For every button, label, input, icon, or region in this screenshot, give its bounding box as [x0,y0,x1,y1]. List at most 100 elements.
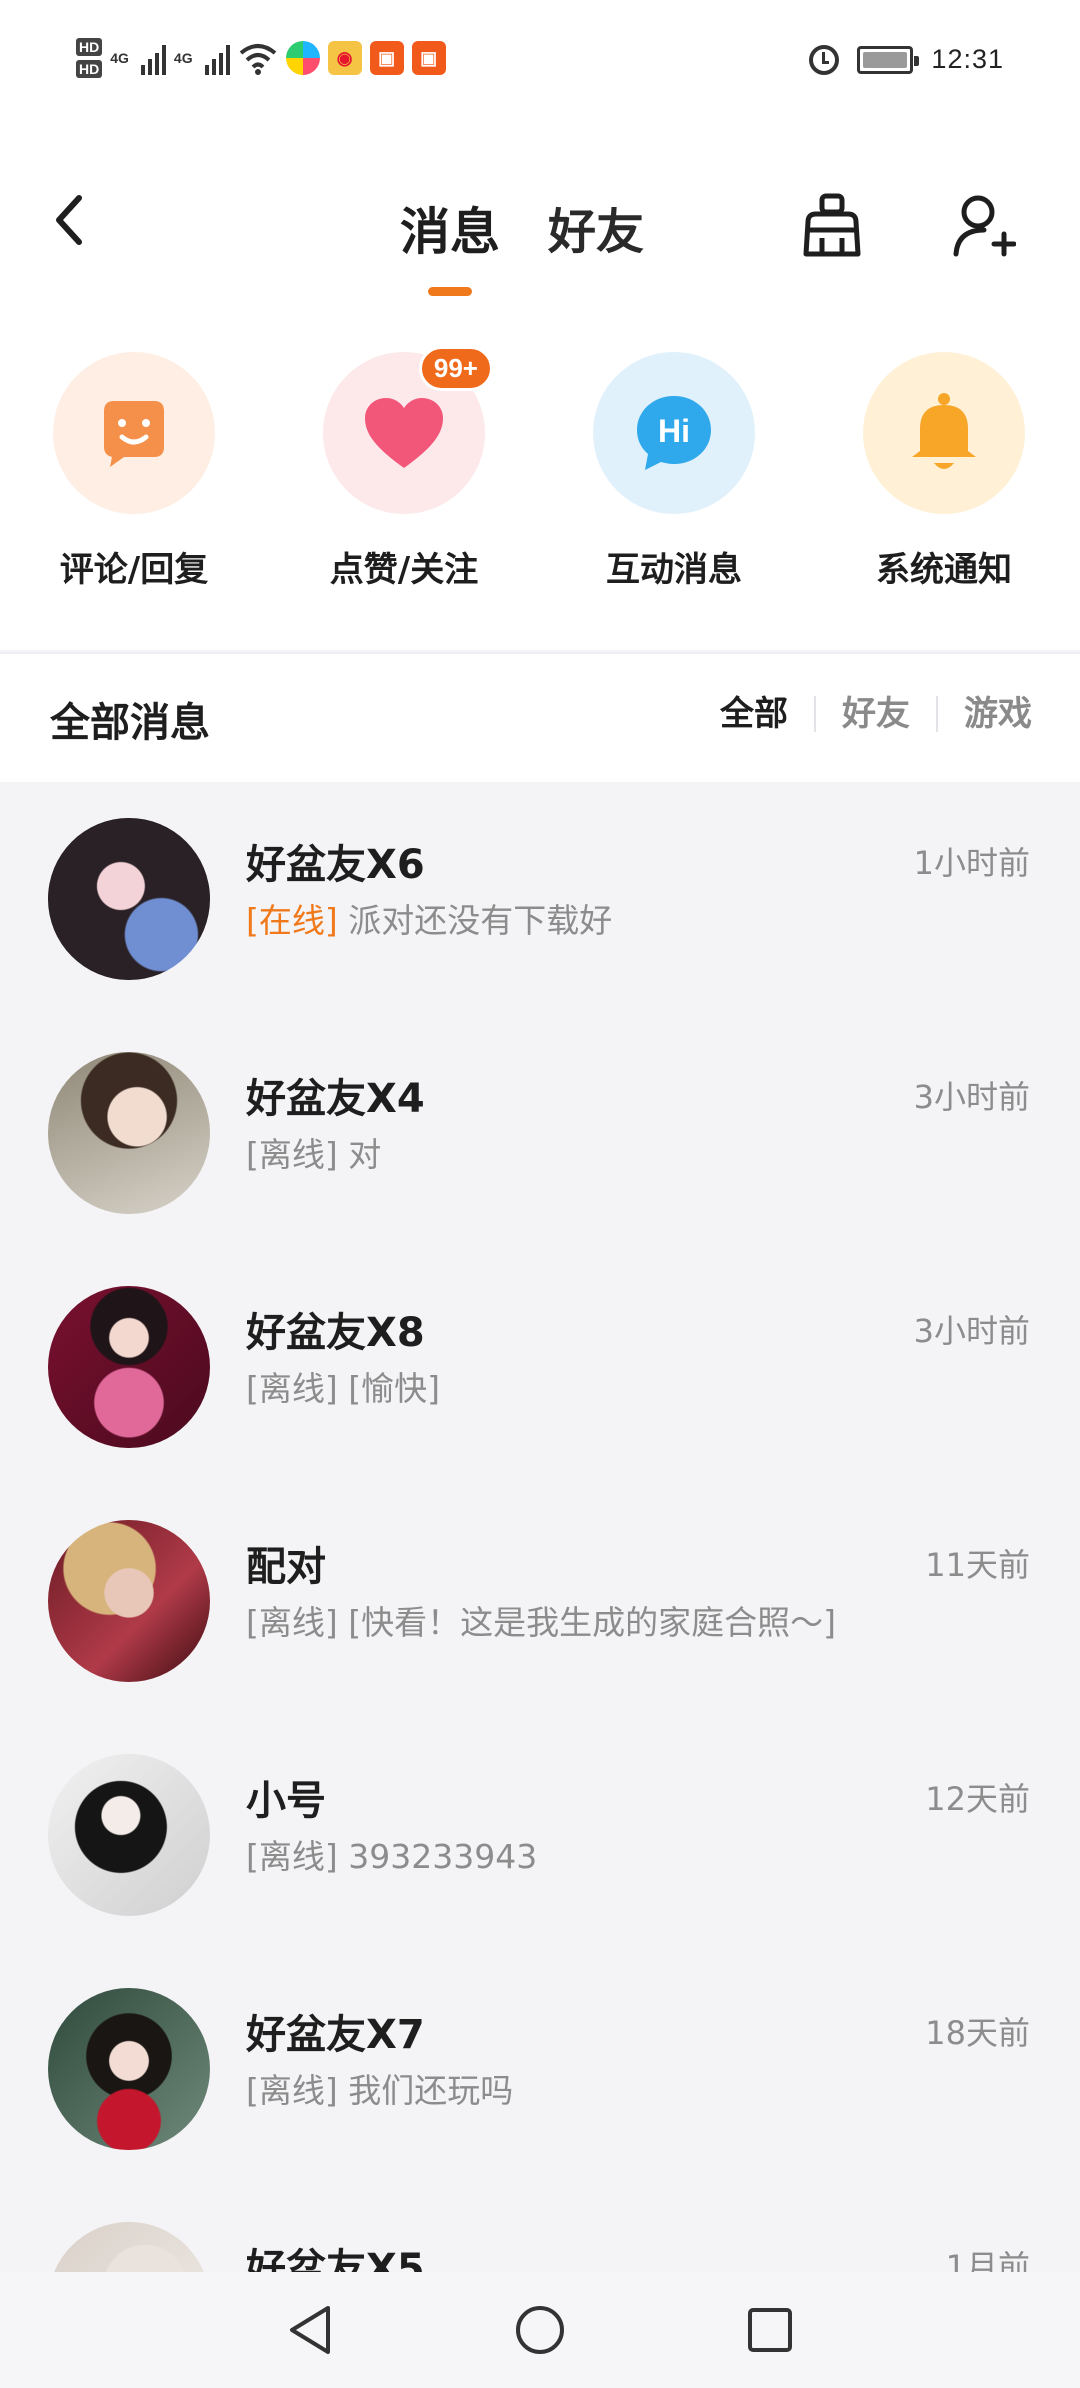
preview-text: 对 [348,1135,382,1174]
message-time: 11天前 [925,1546,1030,1584]
hd-indicators: HD HD [76,38,103,78]
avatar[interactable] [48,1052,210,1214]
svg-text:Hi: Hi [658,413,690,449]
status-bar: HD HD 4G 4G ◉ ▣ ▣ 12:31 [0,0,1080,120]
battery-icon [857,45,920,74]
clear-messages-button[interactable] [792,186,872,266]
hd-badge-1: HD [76,38,103,56]
message-list: 好盆友X6 [在线] 派对还没有下载好 1小时前 好盆友X4 [离线] 对 3小… [0,782,1080,2388]
contact-name: 好盆友X4 [246,1076,425,1122]
alarm-icon [809,44,840,75]
comment-smile-icon [104,401,164,467]
status-right: 12:31 [809,44,1004,75]
interaction-messages-entry[interactable]: Hi 互动消息 [564,352,784,591]
nav-home-button[interactable] [510,2300,570,2360]
message-time: 3小时前 [913,1312,1030,1350]
hd-badge-2: HD [76,60,103,78]
add-user-icon [953,195,1016,257]
message-time: 12天前 [925,1780,1030,1818]
chevron-left-icon [56,195,82,245]
avatar[interactable] [48,1286,210,1448]
contact-name: 配对 [246,1544,326,1590]
system-notifications-entry[interactable]: 系统通知 [834,352,1054,591]
offline-status: [离线] [246,1369,338,1408]
section-title: 全部消息 [50,700,210,746]
wifi-icon [239,44,276,75]
list-item[interactable]: 小号 [离线] 393233943 12天前 [0,1718,1080,1952]
comments-replies-entry[interactable]: 评论/回复 [24,352,244,591]
offline-status: [离线] [246,1837,338,1876]
nav-recents-button[interactable] [740,2300,800,2360]
circle-home-icon [516,2306,564,2354]
offline-status: [离线] [246,1135,338,1174]
list-item[interactable]: 好盆友X7 [离线] 我们还玩吗 18天前 [0,1952,1080,2186]
contact-name: 好盆友X7 [246,2012,425,2058]
signal-icon [140,41,166,75]
network-type-2: 4G [173,50,193,66]
add-friend-button[interactable] [944,186,1024,266]
contact-name: 好盆友X8 [246,1310,425,1356]
active-tab-indicator [428,287,472,296]
system-nav-bar [0,2272,1080,2388]
app-notification-icon: ▣ [369,41,404,75]
bell-icon-circle [863,352,1025,514]
likes-follows-entry[interactable]: 99+ 点赞/关注 [294,346,514,591]
message-preview: [离线] [快看！这是我生成的家庭合照～] [246,1596,836,1644]
interaction-messages-label: 互动消息 [606,550,742,590]
message-preview: [离线] 对 [246,1128,381,1176]
hi-icon-circle: Hi [593,352,755,514]
nav-back-button[interactable] [280,2300,340,2360]
square-recents-icon [748,2308,792,2352]
app-notification-icon [285,41,320,75]
avatar[interactable] [48,1754,210,1916]
preview-text: [快看！这是我生成的家庭合照～] [348,1603,836,1642]
list-item[interactable]: 好盆友X8 [离线] [愉快] 3小时前 [0,1250,1080,1484]
bell-icon [912,393,976,469]
message-preview: [离线] [愉快] [246,1362,440,1410]
offline-status: [离线] [246,1603,338,1642]
broom-icon [803,193,861,257]
message-preview: [离线] 我们还玩吗 [246,2064,513,2112]
message-preview: [在线] 派对还没有下载好 [246,894,612,942]
filter-all[interactable]: 全部 [694,696,814,732]
avatar[interactable] [48,818,210,980]
message-time: 18天前 [925,2014,1030,2052]
message-time: 3小时前 [913,1078,1030,1116]
all-messages-header: 全部消息 全部 好友 游戏 [0,652,1080,782]
heart-icon-circle: 99+ [323,346,493,514]
online-status: [在线] [246,901,338,940]
list-item[interactable]: 好盆友X6 [在线] 派对还没有下载好 1小时前 [0,782,1080,1016]
message-filters: 全部 好友 游戏 [694,696,1032,732]
unread-badge: 99+ [418,346,493,391]
tab-friends[interactable]: 好友 [548,190,644,274]
filter-friends[interactable]: 好友 [814,696,936,732]
filter-games[interactable]: 游戏 [936,696,1032,732]
offline-status: [离线] [246,2071,338,2110]
heart-icon [365,398,443,468]
avatar[interactable] [48,1988,210,2150]
status-left: HD HD 4G 4G ◉ ▣ ▣ [76,38,446,78]
app-header: 消息 好友 [0,120,1080,320]
signal-icon [204,41,230,75]
contact-name: 小号 [246,1778,326,1824]
back-button[interactable] [44,190,92,250]
header-tabs: 消息 好友 [400,190,644,296]
contact-name: 好盆友X6 [246,842,425,888]
hi-bubble-icon: Hi [637,396,711,470]
list-item[interactable]: 配对 [离线] [快看！这是我生成的家庭合照～] 11天前 [0,1484,1080,1718]
avatar[interactable] [48,1520,210,1682]
quick-entries: 评论/回复 99+ 点赞/关注 Hi 互动消息 系统通知 [0,320,1080,650]
weibo-icon: ◉ [327,41,362,75]
app-notification-icon: ▣ [411,41,446,75]
preview-text: 派对还没有下载好 [348,901,613,940]
comments-replies-label: 评论/回复 [59,550,209,590]
message-time: 1小时前 [913,844,1030,882]
system-notifications-label: 系统通知 [876,550,1012,590]
message-preview: [离线] 393233943 [246,1830,537,1878]
clock: 12:31 [931,44,1004,74]
triangle-back-icon [290,2306,330,2354]
tab-messages[interactable]: 消息 [400,190,500,296]
list-item[interactable]: 好盆友X4 [离线] 对 3小时前 [0,1016,1080,1250]
preview-text: 393233943 [348,1837,538,1876]
network-type-1: 4G [110,50,129,66]
